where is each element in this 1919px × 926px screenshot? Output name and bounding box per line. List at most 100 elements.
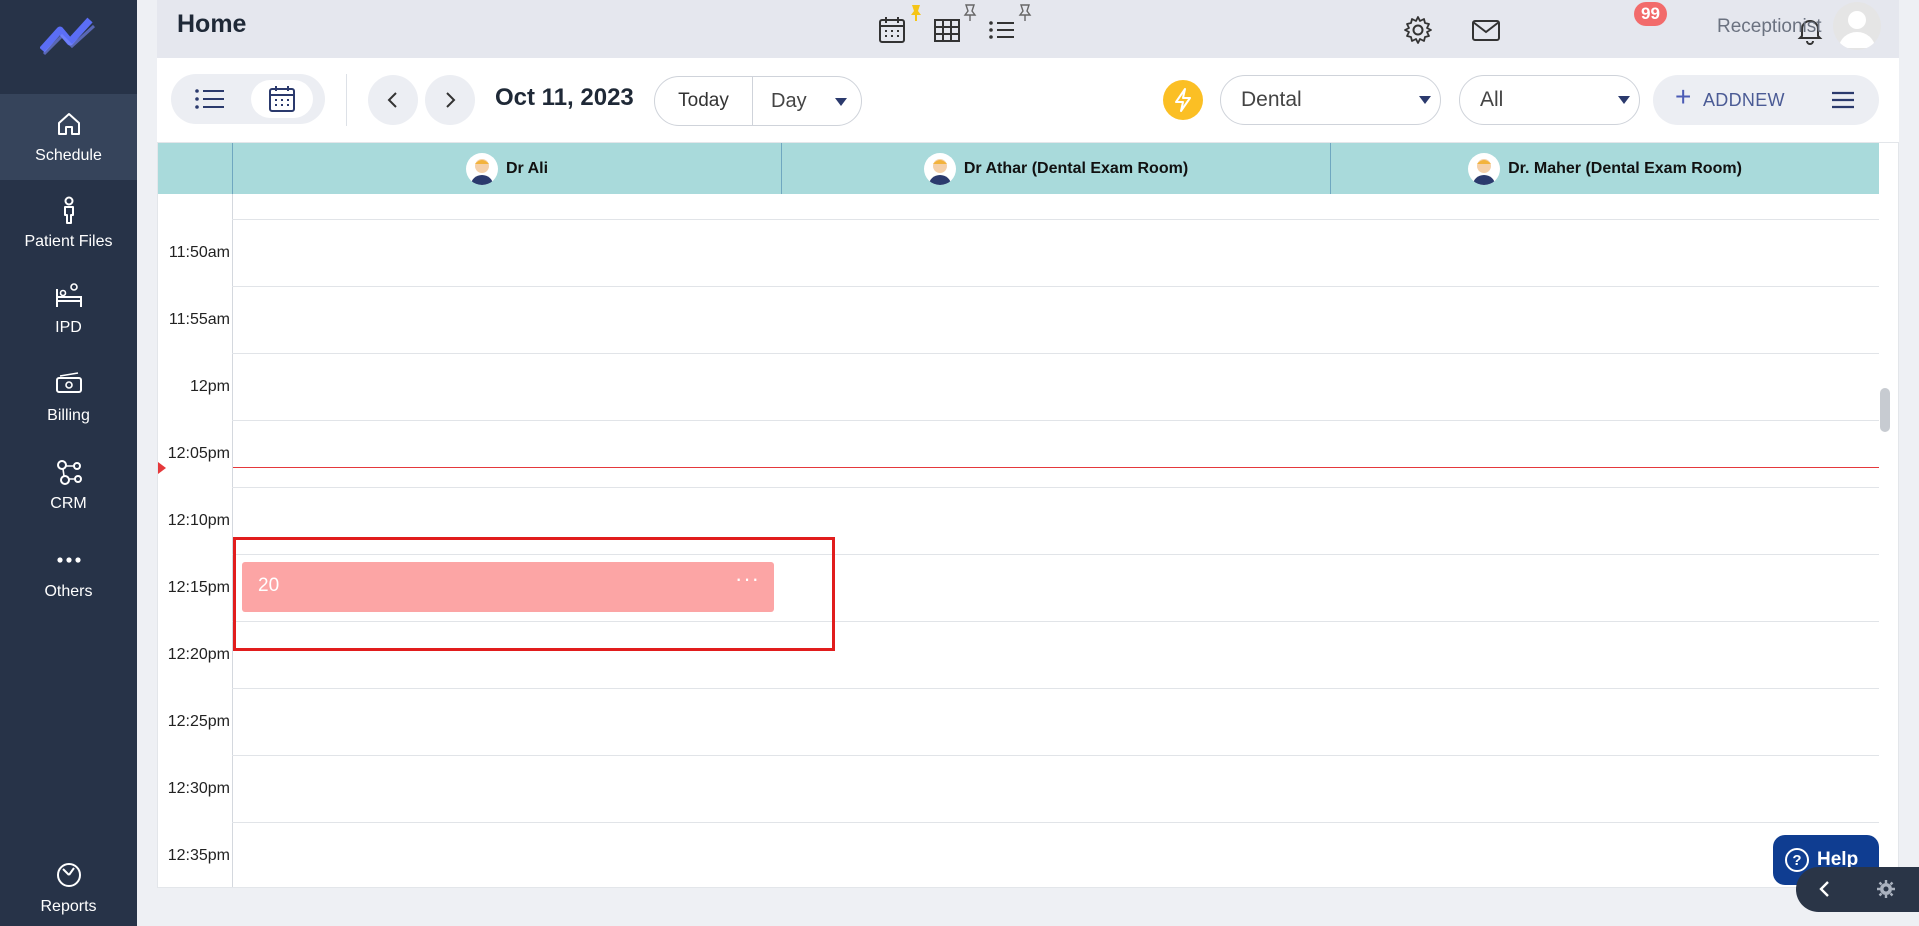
next-date-button[interactable] [425,75,475,125]
time-slot-label: 12:25pm [167,713,230,730]
pin-active-icon[interactable] [909,4,923,22]
slot-line [232,286,1879,287]
sidebar: Schedule Patient Files IPD Billing CRM O… [0,0,137,926]
resource-column-header[interactable]: Dr Ali [232,143,781,194]
network-icon [56,460,82,485]
sidebar-item-crm[interactable]: CRM [0,442,137,528]
pin-icon[interactable] [1018,4,1032,22]
time-slot-label: 12:05pm [167,445,230,462]
gear-icon[interactable] [1876,879,1896,899]
doctor-avatar [1468,152,1501,185]
view-toggle [171,74,325,124]
person-icon [63,196,74,224]
calendar-icon[interactable] [876,14,908,46]
view-mode-value: Day [771,89,807,112]
cash-icon [55,372,82,393]
caret-down-icon [1419,96,1431,104]
time-slot-label: 12:10pm [167,512,230,529]
list-view-button[interactable] [179,80,241,118]
specialty-value: Dental [1241,88,1302,111]
notification-badge[interactable]: 99 [1634,2,1667,26]
divider [346,74,347,126]
specialty-select[interactable]: Dental [1220,75,1441,125]
hamburger-menu-icon[interactable] [1831,90,1855,110]
caret-down-icon [1618,96,1630,104]
sidebar-item-label: CRM [50,495,87,512]
list-icon [195,89,224,109]
gear-icon[interactable] [1402,14,1434,46]
sidebar-item-label: Reports [40,898,97,915]
page-title: Home [177,10,247,38]
chevron-left-icon[interactable] [1818,880,1832,898]
doctor-avatar [923,152,956,185]
add-new-button[interactable]: + ADDNEW [1653,75,1879,125]
sidebar-item-others[interactable]: Others [0,530,137,616]
time-slot-label: 12pm [189,378,230,395]
chevron-right-icon [446,92,456,108]
filter-value: All [1480,88,1504,111]
time-slot-label: 12:15pm [167,579,230,596]
current-time-marker [158,462,166,474]
grid-table-icon[interactable] [931,14,963,46]
user-avatar[interactable] [1833,2,1881,50]
slot-line [232,755,1879,756]
sidebar-item-patient-files[interactable]: Patient Files [0,180,137,266]
doctor-avatar [465,152,498,185]
quick-action-button[interactable] [1163,80,1203,120]
view-mode-select[interactable]: Day [753,90,861,113]
plus-icon: + [1675,81,1692,112]
day-calendar: Dr Ali Dr Athar (Dental Exam Room) Dr. M… [157,142,1899,888]
caret-down-icon [835,97,847,106]
slot-line [232,353,1879,354]
question-icon: ? [1785,848,1809,872]
time-slot-label: 12:20pm [167,646,230,663]
sidebar-item-schedule[interactable]: Schedule [0,94,137,180]
resource-name: Dr. Maher (Dental Exam Room) [1508,159,1742,177]
app-logo[interactable] [40,12,100,56]
sidebar-item-label: Patient Files [24,233,113,250]
sidebar-item-label: Others [44,583,93,600]
pin-icon[interactable] [963,4,977,22]
selection-highlight-box [233,537,835,651]
today-button[interactable]: Today [655,77,753,125]
top-header: Home 99 Receptionist [157,0,1899,58]
time-slot-label: 11:55am [168,311,230,328]
calendar-view-button[interactable] [251,80,313,118]
sidebar-item-billing[interactable]: Billing [0,354,137,440]
mail-icon[interactable] [1470,14,1502,46]
resource-column-header[interactable]: Dr. Maher (Dental Exam Room) [1330,143,1879,194]
slot-line [232,219,1879,220]
time-slot-label: 11:50am [168,244,230,261]
lightning-icon [1175,88,1191,112]
sidebar-item-reports[interactable]: Reports [0,853,137,923]
sidebar-item-label: Billing [47,407,90,424]
slot-line [232,487,1879,488]
add-new-label: ADDNEW [1703,90,1785,110]
home-icon [57,113,80,135]
main-area: Home 99 Receptionist Oct 11, 2023 Today … [157,0,1919,926]
prev-date-button[interactable] [368,75,418,125]
dots-icon [56,557,81,563]
resource-name: Dr Ali [505,159,549,177]
current-date[interactable]: Oct 11, 2023 [495,84,634,112]
sidebar-item-label: Schedule [35,147,102,164]
slot-line [232,822,1879,823]
schedule-toolbar: Oct 11, 2023 Today Day Dental All + ADDN… [157,58,1899,142]
resource-column-header[interactable]: Dr Athar (Dental Exam Room) [781,143,1330,194]
filter-select[interactable]: All [1459,75,1640,125]
vertical-scrollbar[interactable] [1880,388,1890,432]
today-day-group: Today Day [654,76,862,126]
time-slot-label: 12:30pm [167,780,230,797]
resource-name: Dr Athar (Dental Exam Room) [963,159,1189,177]
bottom-tools-pill [1796,867,1919,912]
slot-line [232,688,1879,689]
chevron-left-icon [387,92,397,108]
pie-chart-icon [56,863,81,887]
sidebar-item-ipd[interactable]: IPD [0,266,137,352]
time-grid[interactable]: 11:50am 11:55am 12pm 12:05pm 12:10pm 12:… [158,194,1890,887]
time-slot-label: 12:35pm [167,847,230,864]
user-role-label[interactable]: Receptionist [1717,16,1822,38]
list-view-icon[interactable] [986,14,1018,46]
sidebar-item-label: IPD [55,319,82,336]
calendar-icon [269,86,295,112]
